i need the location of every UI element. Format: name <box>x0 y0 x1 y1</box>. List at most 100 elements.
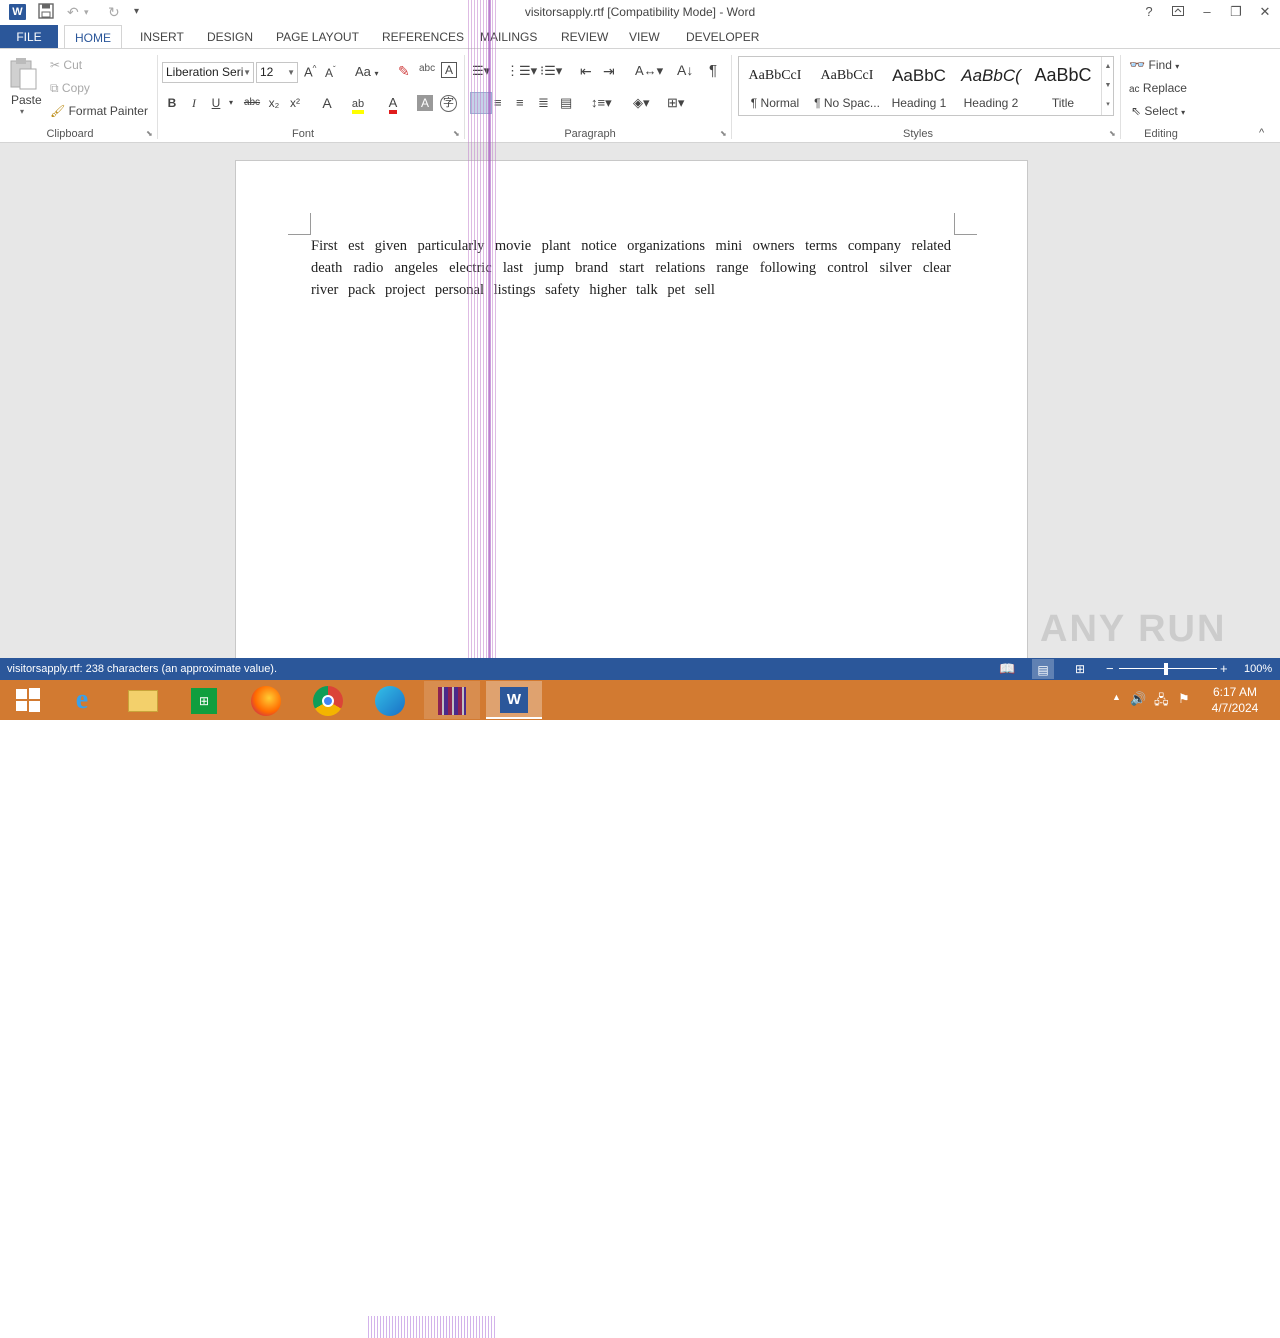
edge-icon[interactable] <box>362 681 418 719</box>
increase-indent-icon[interactable]: ⇥ <box>603 63 615 80</box>
tab-file[interactable]: FILE <box>0 25 58 49</box>
font-color-button[interactable]: A <box>383 93 403 114</box>
divider <box>731 55 732 139</box>
collapse-ribbon-icon[interactable]: ^ <box>1259 127 1264 139</box>
start-button[interactable] <box>0 681 56 719</box>
highlight-color-button[interactable]: ab <box>348 93 368 114</box>
cut-button[interactable]: ✂ Cut <box>50 58 82 72</box>
close-button[interactable]: ✕ <box>1251 2 1279 22</box>
paragraph-launcher-icon[interactable]: ⬊ <box>720 129 727 138</box>
bold-button[interactable]: B <box>162 93 182 113</box>
borders-icon[interactable]: ⊞▾ <box>667 95 684 111</box>
tab-design[interactable]: DESIGN <box>197 25 263 49</box>
tab-mailings[interactable]: MAILINGS <box>470 25 547 49</box>
word-count-status[interactable]: visitorsapply.rtf: 238 characters (an ap… <box>7 658 277 680</box>
decrease-indent-icon[interactable]: ⇤ <box>580 63 592 80</box>
chrome-icon[interactable] <box>300 681 356 719</box>
document-page[interactable]: First est given particularly movie plant… <box>235 160 1028 680</box>
restore-button[interactable]: ❐ <box>1222 2 1250 22</box>
show-hidden-icons-icon[interactable]: ▲ <box>1112 692 1121 702</box>
print-layout-icon[interactable]: ▤ <box>1032 659 1054 679</box>
italic-button[interactable]: I <box>184 93 204 113</box>
read-mode-icon[interactable]: 📖 <box>999 658 1015 680</box>
font-launcher-icon[interactable]: ⬊ <box>453 129 460 138</box>
asian-layout-icon[interactable]: A↔▾ <box>635 63 663 79</box>
styles-launcher-icon[interactable]: ⬊ <box>1109 129 1116 138</box>
align-center-icon[interactable]: ≡ <box>494 95 502 110</box>
paste-icon[interactable] <box>8 57 42 97</box>
zoom-slider[interactable] <box>1119 668 1217 669</box>
change-case-button[interactable]: Aa ▾ <box>355 64 379 79</box>
strikethrough-button[interactable]: abc <box>241 93 263 113</box>
character-border-icon[interactable]: A <box>441 62 457 78</box>
zoom-level[interactable]: 100% <box>1244 658 1272 680</box>
styles-scrollbar[interactable]: ▲ ▼ ▾ <box>1101 57 1114 115</box>
text-effects-icon[interactable]: A <box>317 93 337 113</box>
font-size-combo[interactable]: 12 ▼ <box>256 62 298 83</box>
file-explorer-icon[interactable] <box>115 681 171 719</box>
clipboard-launcher-icon[interactable]: ⬊ <box>146 129 153 138</box>
zoom-slider-thumb[interactable] <box>1164 663 1168 675</box>
internet-explorer-icon[interactable]: e <box>54 681 110 719</box>
firefox-icon[interactable] <box>238 681 294 719</box>
phonetic-guide-icon[interactable]: abc <box>419 63 435 74</box>
more-styles-icon[interactable]: ▾ <box>1102 95 1114 114</box>
find-button[interactable]: 👓 Find ▾ <box>1129 57 1179 73</box>
grow-font-button[interactable]: A^ <box>304 64 316 79</box>
word-taskbar-icon[interactable]: W <box>486 681 542 719</box>
multilevel-list-icon[interactable]: ⁝☰▾ <box>540 63 562 79</box>
tab-developer[interactable]: DEVELOPER <box>676 25 769 49</box>
help-button[interactable]: ? <box>1135 2 1163 22</box>
minimize-button[interactable]: – <box>1193 2 1221 22</box>
line-spacing-icon[interactable]: ↕≡▾ <box>591 95 612 111</box>
subscript-button[interactable]: x₂ <box>264 93 284 113</box>
style-no-spacing[interactable]: AaBbCcI ¶ No Spac... <box>811 57 883 115</box>
copy-button[interactable]: ⧉ Copy <box>50 81 90 96</box>
sort-icon[interactable]: A↓ <box>677 62 693 78</box>
align-right-icon[interactable]: ≡ <box>516 95 524 110</box>
tab-view[interactable]: VIEW <box>619 25 670 49</box>
scroll-up-icon[interactable]: ▲ <box>1102 57 1114 76</box>
status-bar: visitorsapply.rtf: 238 characters (an ap… <box>0 658 1280 1338</box>
style-normal[interactable]: AaBbCcI ¶ Normal <box>739 57 811 115</box>
web-layout-icon[interactable]: ⊞ <box>1075 658 1085 680</box>
style-title[interactable]: AaBbC Title <box>1027 57 1099 115</box>
show-formatting-button[interactable]: ¶ <box>709 62 717 79</box>
action-center-icon[interactable]: ⚑ <box>1178 691 1190 707</box>
justify-icon[interactable]: ≣ <box>538 95 549 111</box>
numbering-icon[interactable]: ⋮☰▾ <box>506 63 537 79</box>
paste-dropdown-icon[interactable]: ▾ <box>20 107 24 116</box>
paste-button[interactable]: Paste <box>11 93 42 107</box>
superscript-button[interactable]: x² <box>285 93 305 113</box>
store-icon[interactable]: ⊞ <box>176 681 232 719</box>
system-clock[interactable]: 6:17 AM 4/7/2024 <box>1200 684 1270 716</box>
enclose-characters-icon[interactable]: 字 <box>440 95 457 112</box>
tab-page-layout[interactable]: PAGE LAYOUT <box>266 25 369 49</box>
network-icon[interactable]: 🖧 <box>1154 691 1169 713</box>
font-name-combo[interactable]: Liberation Seri ▼ <box>162 62 254 83</box>
winrar-icon[interactable] <box>424 681 480 719</box>
shrink-font-button[interactable]: Aˇ <box>325 65 336 80</box>
tab-insert[interactable]: INSERT <box>130 25 194 49</box>
ribbon-display-options-button[interactable] <box>1164 2 1192 22</box>
clear-formatting-icon[interactable]: ✎ <box>398 63 410 80</box>
tab-review[interactable]: REVIEW <box>551 25 618 49</box>
zoom-in-button[interactable]: + <box>1220 658 1228 680</box>
underline-button[interactable]: U <box>206 93 226 113</box>
distributed-icon[interactable]: ▤ <box>560 95 572 111</box>
character-shading-icon[interactable]: A <box>417 95 433 111</box>
format-painter-button[interactable]: 🖌 Format Painter <box>50 104 148 118</box>
select-button[interactable]: ⇖ Select ▾ <box>1131 104 1185 118</box>
document-body-text[interactable]: First est given particularly movie plant… <box>311 235 951 301</box>
replace-label: Replace <box>1142 81 1187 95</box>
style-heading-1[interactable]: AaBbC Heading 1 <box>883 57 955 115</box>
zoom-out-button[interactable]: − <box>1106 658 1114 680</box>
tab-home[interactable]: HOME <box>64 25 122 50</box>
underline-dropdown-icon[interactable]: ▾ <box>226 93 236 113</box>
volume-icon[interactable]: 🔊 <box>1130 691 1146 707</box>
tab-references[interactable]: REFERENCES <box>372 25 474 49</box>
replace-button[interactable]: ac Replace <box>1129 81 1187 95</box>
style-heading-2[interactable]: AaBbC( Heading 2 <box>955 57 1027 115</box>
scroll-down-icon[interactable]: ▼ <box>1102 76 1114 95</box>
shading-icon[interactable]: ◈▾ <box>633 95 650 111</box>
